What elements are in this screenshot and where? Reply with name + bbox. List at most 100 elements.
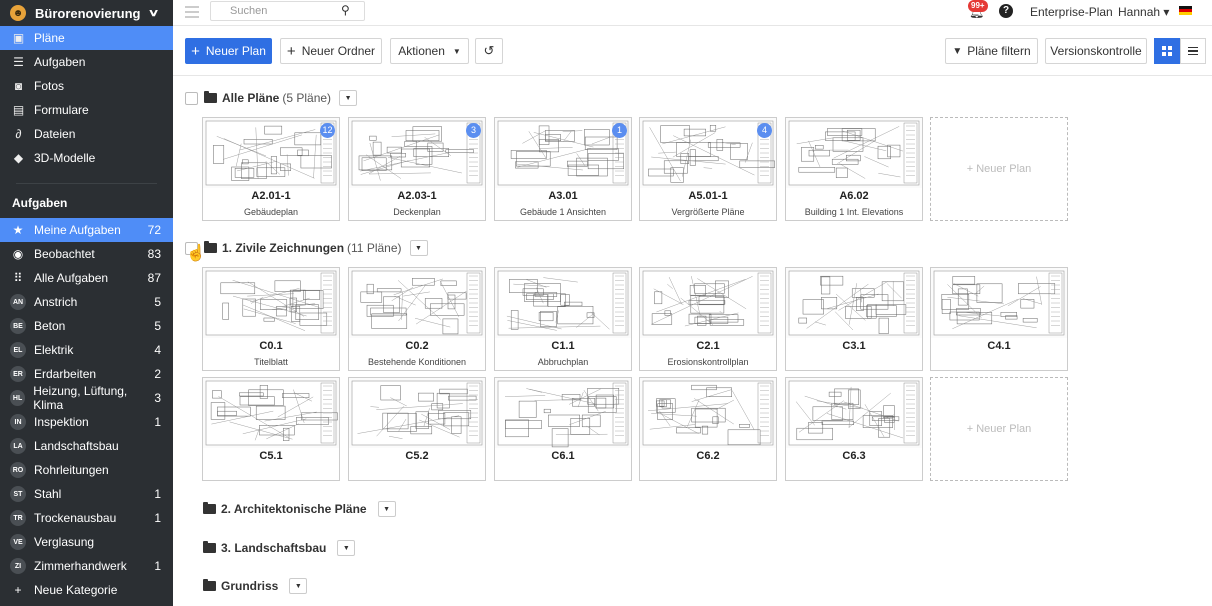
folder-name[interactable]: 1. Zivile Zeichnungen [222, 241, 344, 255]
plan-thumbnail[interactable] [203, 378, 339, 448]
plan-card[interactable]: C6.1 [494, 377, 632, 481]
folder-name[interactable]: 3. Landschaftsbau [221, 541, 326, 555]
plan-card[interactable]: C0.1 Titelblatt [202, 267, 340, 371]
plan-card[interactable]: A6.02 Building 1 Int. Elevations [785, 117, 923, 221]
sheet-thumbnail-drawing [933, 270, 1065, 336]
plan-thumbnail[interactable] [203, 118, 339, 188]
plan-code: A3.01 [548, 190, 578, 202]
folder-menu-dropdown[interactable]: ▼ [337, 540, 356, 556]
sidebar-item-0[interactable]: ▣ Pläne [0, 26, 173, 50]
project-selector[interactable]: ☻ Bürorenovierung ∨ [0, 0, 173, 26]
task-category-item[interactable]: LA Landschaftsbau [0, 434, 173, 458]
task-category-item[interactable]: BE Beton 5 [0, 314, 173, 338]
new-folder-button[interactable]: + Neuer Ordner [280, 38, 382, 64]
history-button[interactable]: ↺ [475, 38, 503, 64]
plan-card[interactable]: A2.01-1 Gebäudeplan 12 [202, 117, 340, 221]
category-label: Stahl [34, 487, 62, 501]
plan-thumbnail[interactable] [349, 118, 485, 188]
task-category-item[interactable]: TR Trockenausbau 1 [0, 506, 173, 530]
version-control-button[interactable]: Versionskontrolle [1045, 38, 1147, 64]
task-category-item[interactable]: ⠿ Alle Aufgaben 87 [0, 266, 173, 290]
task-category-item[interactable]: RO Rohrleitungen [0, 458, 173, 482]
task-category-item[interactable]: ST Stahl 1 [0, 482, 173, 506]
plan-thumbnail[interactable] [640, 118, 776, 188]
new-plan-button[interactable]: + Neuer Plan [185, 38, 272, 64]
grid-view-toggle[interactable] [1154, 38, 1180, 64]
folder-header[interactable]: 2. Architektonische Pläne ▼ [203, 499, 396, 519]
folder-name[interactable]: Grundriss [221, 579, 278, 593]
task-category-item[interactable]: AN Anstrich 5 [0, 290, 173, 314]
plan-card[interactable]: A3.01 Gebäude 1 Ansichten 1 [494, 117, 632, 221]
task-category-item[interactable]: ★ Meine Aufgaben 72 [0, 218, 173, 242]
actions-dropdown[interactable]: Aktionen ▼ [390, 38, 469, 64]
folder-menu-dropdown[interactable]: ▼ [289, 578, 308, 594]
plan-card[interactable]: A2.03-1 Deckenplan 3 [348, 117, 486, 221]
user-menu[interactable]: Hannah ▾ [1118, 5, 1169, 19]
category-icon: ⠿ [13, 271, 23, 285]
folder-menu-dropdown[interactable]: ▼ [409, 240, 428, 256]
folder-name[interactable]: Alle Pläne [222, 91, 279, 105]
plan-thumbnail[interactable] [349, 378, 485, 448]
plan-thumbnail[interactable] [495, 118, 631, 188]
task-category-item[interactable]: ER Erdarbeiten 2 [0, 362, 173, 386]
plan-card[interactable]: C0.2 Bestehende Konditionen [348, 267, 486, 371]
task-category-item[interactable]: HL Heizung, Lüftung, Klima 3 [0, 384, 173, 412]
plan-thumbnail[interactable] [640, 268, 776, 338]
plan-thumbnail[interactable] [640, 378, 776, 448]
main-nav: ▣ Pläne ☰ Aufgaben ◙ Fotos ▤ Formulare ∂ Dateien ◆… [0, 26, 173, 170]
filter-plans-button[interactable]: ▼ Pläne filtern [945, 38, 1038, 64]
sidebar-item-5[interactable]: ◆ 3D-Modelle [0, 146, 173, 170]
folder-menu-dropdown[interactable]: ▼ [377, 501, 396, 517]
folder-header[interactable]: Alle Pläne (5 Pläne) ▼ [185, 88, 358, 108]
sidebar-item-1[interactable]: ☰ Aufgaben [0, 50, 173, 74]
plan-card[interactable]: A5.01-1 Vergrößerte Pläne 4 [639, 117, 777, 221]
plan-thumbnail[interactable] [495, 268, 631, 338]
plan-thumbnail[interactable] [203, 268, 339, 338]
plan-card[interactable]: C5.2 [348, 377, 486, 481]
plan-card[interactable]: C4.1 [930, 267, 1068, 371]
category-label: Landschaftsbau [34, 439, 119, 453]
new-plan-card[interactable]: + Neuer Plan [930, 377, 1068, 481]
plan-thumbnail[interactable] [495, 378, 631, 448]
plans-content: Alle Pläne (5 Pläne) ▼ A2.01-1 Gebäudeplan 12… [173, 77, 1212, 606]
category-avatar: EL [10, 342, 26, 358]
plan-thumbnail[interactable] [786, 378, 922, 448]
menu-icon[interactable] [185, 6, 199, 18]
plan-code: C0.2 [405, 340, 429, 352]
plan-card[interactable]: C1.1 Abbruchplan [494, 267, 632, 371]
task-category-item[interactable]: IN Inspektion 1 [0, 410, 173, 434]
folder-header[interactable]: 3. Landschaftsbau ▼ [203, 538, 356, 558]
folder-header[interactable]: Grundriss ▼ [203, 576, 308, 596]
new-plan-card[interactable]: + Neuer Plan [930, 117, 1068, 221]
plan-card[interactable]: C2.1 Erosionskontrollplan [639, 267, 777, 371]
sheet-thumbnail-drawing [351, 380, 483, 446]
folder-checkbox[interactable] [185, 91, 198, 105]
plan-title: Erosionskontrollplan [667, 357, 749, 367]
plan-thumbnail[interactable] [786, 268, 922, 338]
hand-cursor-icon: ☝ [186, 245, 206, 262]
task-category-item[interactable]: + Neue Kategorie [0, 578, 173, 602]
folder-header[interactable]: 1. Zivile Zeichnungen (11 Pläne) ▼ [185, 238, 428, 258]
list-view-toggle[interactable] [1180, 38, 1206, 64]
help-icon[interactable]: ? [999, 4, 1013, 18]
task-category-item[interactable]: VE Verglasung [0, 530, 173, 554]
plan-thumbnail[interactable] [931, 268, 1067, 338]
task-category-item[interactable]: ZI Zimmerhandwerk 1 [0, 554, 173, 578]
plan-card[interactable]: C5.1 [202, 377, 340, 481]
folder-name[interactable]: 2. Architektonische Pläne [221, 502, 367, 516]
task-category-item[interactable]: EL Elektrik 4 [0, 338, 173, 362]
task-category-item[interactable]: ◉ Beobachtet 83 [0, 242, 173, 266]
plan-thumbnail[interactable] [786, 118, 922, 188]
plan-card[interactable]: C6.3 [785, 377, 923, 481]
search-icon[interactable]: ⚲ [341, 3, 350, 17]
sidebar-item-4[interactable]: ∂ Dateien [0, 122, 173, 146]
plan-card[interactable]: C3.1 [785, 267, 923, 371]
folder-menu-dropdown[interactable]: ▼ [339, 90, 358, 106]
plan-card[interactable]: C6.2 [639, 377, 777, 481]
enterprise-plan-link[interactable]: Enterprise-Plan [1030, 5, 1113, 19]
sidebar-item-3[interactable]: ▤ Formulare [0, 98, 173, 122]
chevron-down-icon[interactable]: ∨ [147, 8, 159, 19]
german-flag-icon[interactable] [1179, 6, 1192, 15]
sidebar-item-2[interactable]: ◙ Fotos [0, 74, 173, 98]
plan-thumbnail[interactable] [349, 268, 485, 338]
